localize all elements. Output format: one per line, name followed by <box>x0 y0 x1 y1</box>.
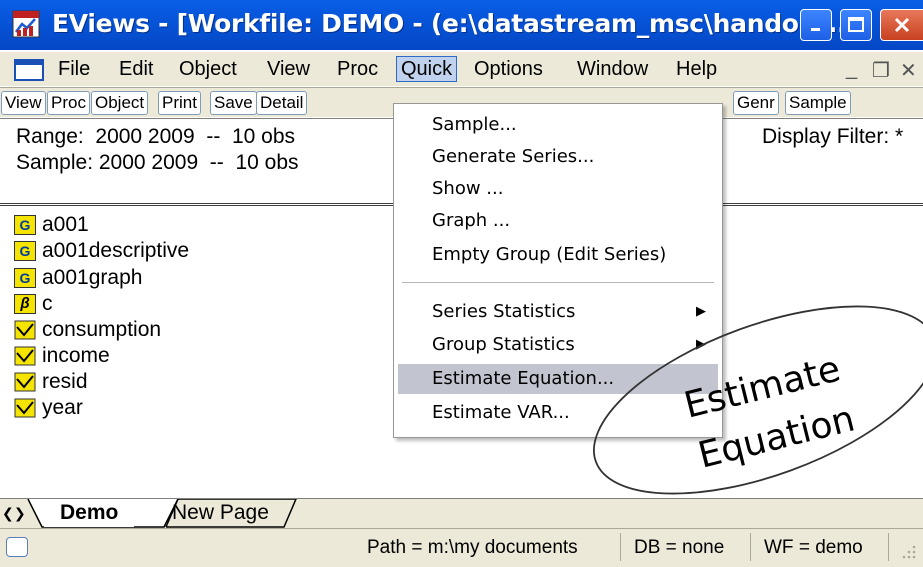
toolbar-object-button[interactable]: Object <box>91 91 149 115</box>
toolbar-save-button[interactable]: Save <box>210 91 257 115</box>
menu-item-group-statistics[interactable]: Group Statistics ▶ <box>398 330 718 360</box>
object-name: consumption <box>42 317 162 341</box>
status-wf: WF = demo <box>764 537 863 558</box>
object-name: c <box>42 291 53 315</box>
menu-bar: File Edit Object View Proc Quick Options… <box>0 52 923 86</box>
object-name: a001 <box>42 212 89 236</box>
coefficient-icon: β <box>14 293 36 314</box>
menu-separator <box>402 282 714 283</box>
toolbar-sample-button[interactable]: Sample <box>785 91 851 115</box>
resize-grip-icon[interactable] <box>900 543 918 561</box>
tab-scroll-left-icon[interactable]: ❮ <box>2 505 14 523</box>
object-name: a001graph <box>42 265 143 289</box>
menu-item-label: Series Statistics <box>432 301 576 322</box>
close-icon <box>894 17 910 33</box>
status-db: DB = none <box>634 537 725 558</box>
toolbar-genr-button[interactable]: Genr <box>733 91 779 115</box>
menu-item-show[interactable]: Show ... <box>398 174 718 204</box>
title-bar[interactable]: EViews - [Workfile: DEMO - (e:\datastrea… <box>0 0 923 50</box>
status-indicator-icon[interactable] <box>6 537 28 557</box>
quick-menu-dropdown: Sample... Generate Series... Show ... Gr… <box>393 103 723 438</box>
menu-item-graph[interactable]: Graph ... <box>398 206 718 236</box>
list-item[interactable]: consumption <box>14 317 161 342</box>
menu-item-estimate-equation[interactable]: Estimate Equation... <box>398 364 718 394</box>
list-item[interactable]: G a001 <box>14 212 89 237</box>
sample-text[interactable]: Sample: 2000 2009 -- 10 obs <box>16 151 299 175</box>
series-icon <box>14 346 36 365</box>
minimize-icon <box>811 28 820 31</box>
object-name: year <box>42 395 83 419</box>
list-item[interactable]: G a001descriptive <box>14 238 189 263</box>
object-name: a001descriptive <box>42 238 190 262</box>
menu-item-sample[interactable]: Sample... <box>398 110 718 140</box>
list-item[interactable]: resid <box>14 369 88 394</box>
mdi-close-icon[interactable]: ✕ <box>900 58 917 83</box>
maximize-icon <box>848 17 864 32</box>
window-title: EViews - [Workfile: DEMO - (e:\datastrea… <box>52 9 856 38</box>
menu-item-label: Group Statistics <box>432 334 575 355</box>
status-path: Path = m:\my documents <box>367 537 578 558</box>
toolbar-details-button[interactable]: Detail <box>256 91 308 115</box>
object-name: resid <box>42 369 88 393</box>
series-icon <box>14 320 36 339</box>
menu-file[interactable]: File <box>54 56 94 82</box>
object-name: income <box>42 343 110 367</box>
display-filter-text[interactable]: Display Filter: * <box>762 125 903 149</box>
menu-item-label: Graph ... <box>432 210 511 231</box>
menu-item-generate-series[interactable]: Generate Series... <box>398 142 718 172</box>
menu-help[interactable]: Help <box>672 56 721 82</box>
tab-scroll-right-icon[interactable]: ❯ <box>14 505 26 523</box>
series-icon <box>14 372 36 391</box>
menu-item-label: Show ... <box>432 178 504 199</box>
mdi-minimize-icon[interactable]: _ <box>846 58 857 81</box>
group-icon: G <box>14 214 36 235</box>
range-text[interactable]: Range: 2000 2009 -- 10 obs <box>16 125 295 149</box>
group-icon: G <box>14 240 36 261</box>
menu-view[interactable]: View <box>263 56 314 82</box>
minimize-button[interactable] <box>800 9 832 41</box>
toolbar-view-button[interactable]: View <box>1 91 46 115</box>
menu-item-estimate-var[interactable]: Estimate VAR... <box>398 398 718 428</box>
menu-item-label: Empty Group (Edit Series) <box>432 244 667 265</box>
list-item[interactable]: income <box>14 343 110 368</box>
menu-item-label: Estimate Equation... <box>432 368 615 389</box>
menu-item-empty-group[interactable]: Empty Group (Edit Series) <box>398 240 718 270</box>
menu-window[interactable]: Window <box>573 56 652 82</box>
list-item[interactable]: β c <box>14 291 53 316</box>
list-item[interactable]: G a001graph <box>14 265 142 290</box>
series-icon <box>14 398 36 417</box>
menu-item-label: Generate Series... <box>432 146 595 167</box>
status-divider <box>888 533 889 561</box>
menu-proc[interactable]: Proc <box>333 56 382 82</box>
eviews-app-icon[interactable] <box>12 10 40 38</box>
maximize-button[interactable] <box>840 9 872 41</box>
status-divider <box>620 533 621 561</box>
mdi-restore-icon[interactable]: ❐ <box>872 58 890 83</box>
group-icon: G <box>14 267 36 288</box>
toolbar-proc-button[interactable]: Proc <box>47 91 90 115</box>
tab-new-page[interactable]: New Page <box>156 499 285 527</box>
menu-object[interactable]: Object <box>175 56 241 82</box>
workfile-document-icon[interactable] <box>14 59 44 81</box>
close-button[interactable] <box>880 9 923 41</box>
menu-edit[interactable]: Edit <box>115 56 157 82</box>
menu-item-series-statistics[interactable]: Series Statistics ▶ <box>398 297 718 327</box>
menu-options[interactable]: Options <box>470 56 547 82</box>
submenu-arrow-icon: ▶ <box>696 337 706 352</box>
page-tab-bar: ❮ ❯ Demo New Page <box>0 498 923 528</box>
menu-item-label: Estimate VAR... <box>432 402 570 423</box>
list-item[interactable]: year <box>14 395 83 420</box>
status-bar: Path = m:\my documents DB = none WF = de… <box>0 528 923 567</box>
menu-item-label: Sample... <box>432 114 517 135</box>
toolbar-print-button[interactable]: Print <box>158 91 201 115</box>
menu-quick[interactable]: Quick <box>396 56 458 82</box>
tab-demo[interactable]: Demo <box>44 499 135 527</box>
status-divider <box>750 533 751 561</box>
submenu-arrow-icon: ▶ <box>696 304 706 319</box>
